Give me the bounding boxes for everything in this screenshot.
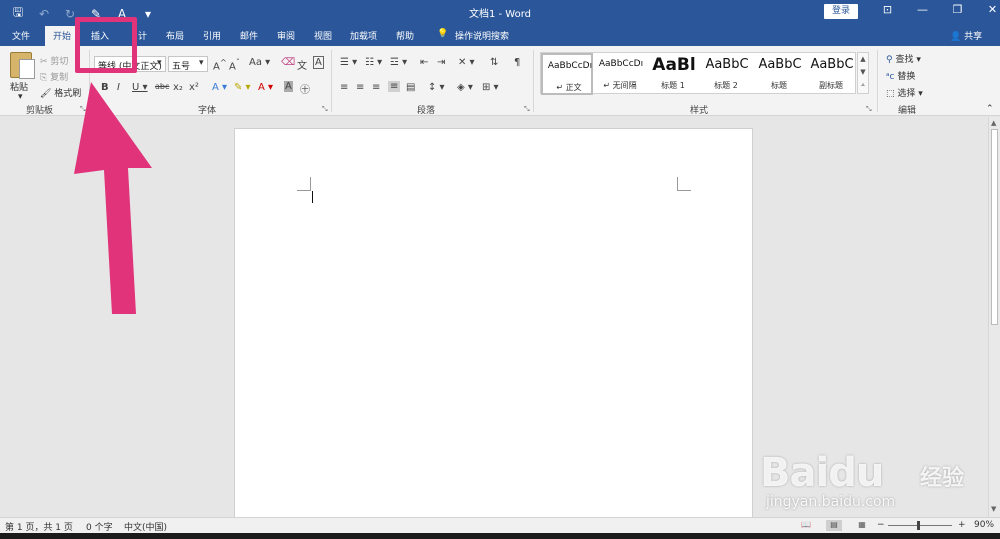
watermark-sub: 经验 <box>920 466 965 491</box>
watermark-url: jingyan.baidu.com <box>766 494 896 510</box>
baidu-watermark: Baidu 经验 jingyan.baidu.com <box>760 430 990 515</box>
watermark-logo: Baidu <box>760 450 884 496</box>
